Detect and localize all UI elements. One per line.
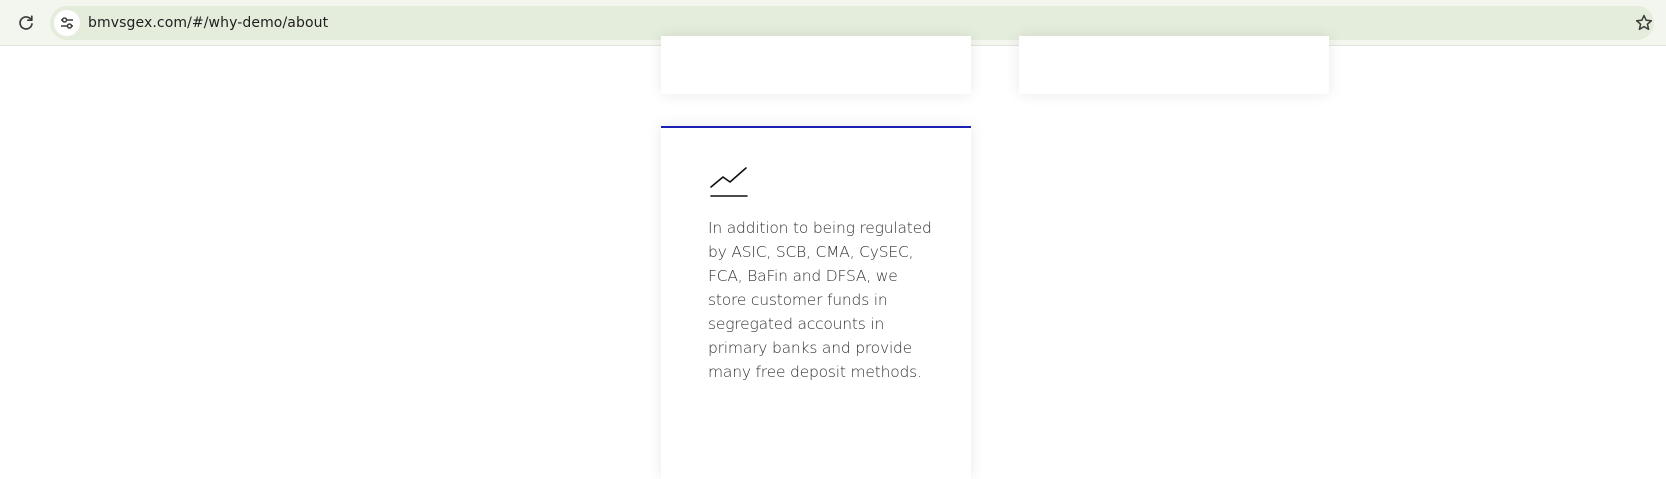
feature-card-partial xyxy=(661,36,971,94)
feature-card: In addition to being regulated by ASIC, … xyxy=(661,126,971,479)
reload-icon[interactable] xyxy=(16,13,36,33)
url-text[interactable]: bmvsgex.com/#/why-demo/about xyxy=(88,14,328,32)
feature-card-partial xyxy=(1019,36,1329,94)
tune-icon[interactable] xyxy=(54,10,80,36)
feature-description: In addition to being regulated by ASIC, … xyxy=(708,219,932,381)
star-icon[interactable] xyxy=(1634,13,1654,33)
line-chart-icon xyxy=(709,164,749,198)
page-content: In addition to being regulated by ASIC, … xyxy=(0,36,1666,479)
address-bar[interactable]: bmvsgex.com/#/why-demo/about xyxy=(50,6,1654,40)
